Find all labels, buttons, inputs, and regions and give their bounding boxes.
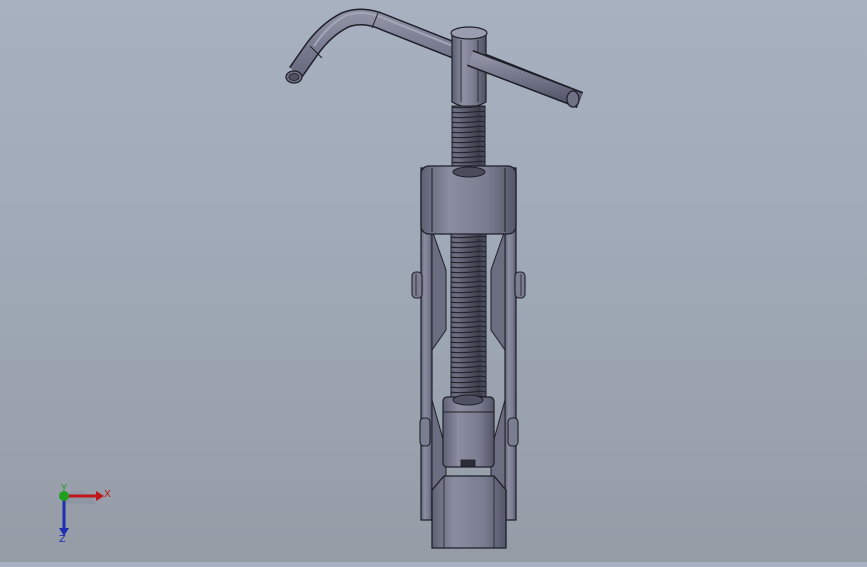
x-axis-arrowhead [96, 491, 104, 501]
left-lower-pin[interactable] [419, 417, 431, 447]
lower-swivel-block[interactable] [442, 394, 495, 468]
upper-nut-block[interactable] [420, 165, 517, 235]
threaded-screw-lower[interactable] [450, 233, 487, 405]
t-handle[interactable] [285, 8, 584, 108]
axis-triad: X Y Z [40, 482, 120, 552]
assembly-model[interactable] [0, 0, 867, 562]
right-pivot-pin[interactable] [514, 271, 526, 299]
graphics-viewport[interactable]: X Y Z [0, 0, 867, 562]
screw-head[interactable] [450, 26, 584, 108]
right-lower-pin[interactable] [507, 417, 519, 447]
jaw-foot[interactable] [431, 475, 507, 549]
x-axis-label: X [104, 489, 111, 500]
y-axis-label: Y [60, 483, 68, 494]
left-pivot-pin[interactable] [411, 271, 423, 299]
z-axis-label: Z [59, 534, 66, 545]
